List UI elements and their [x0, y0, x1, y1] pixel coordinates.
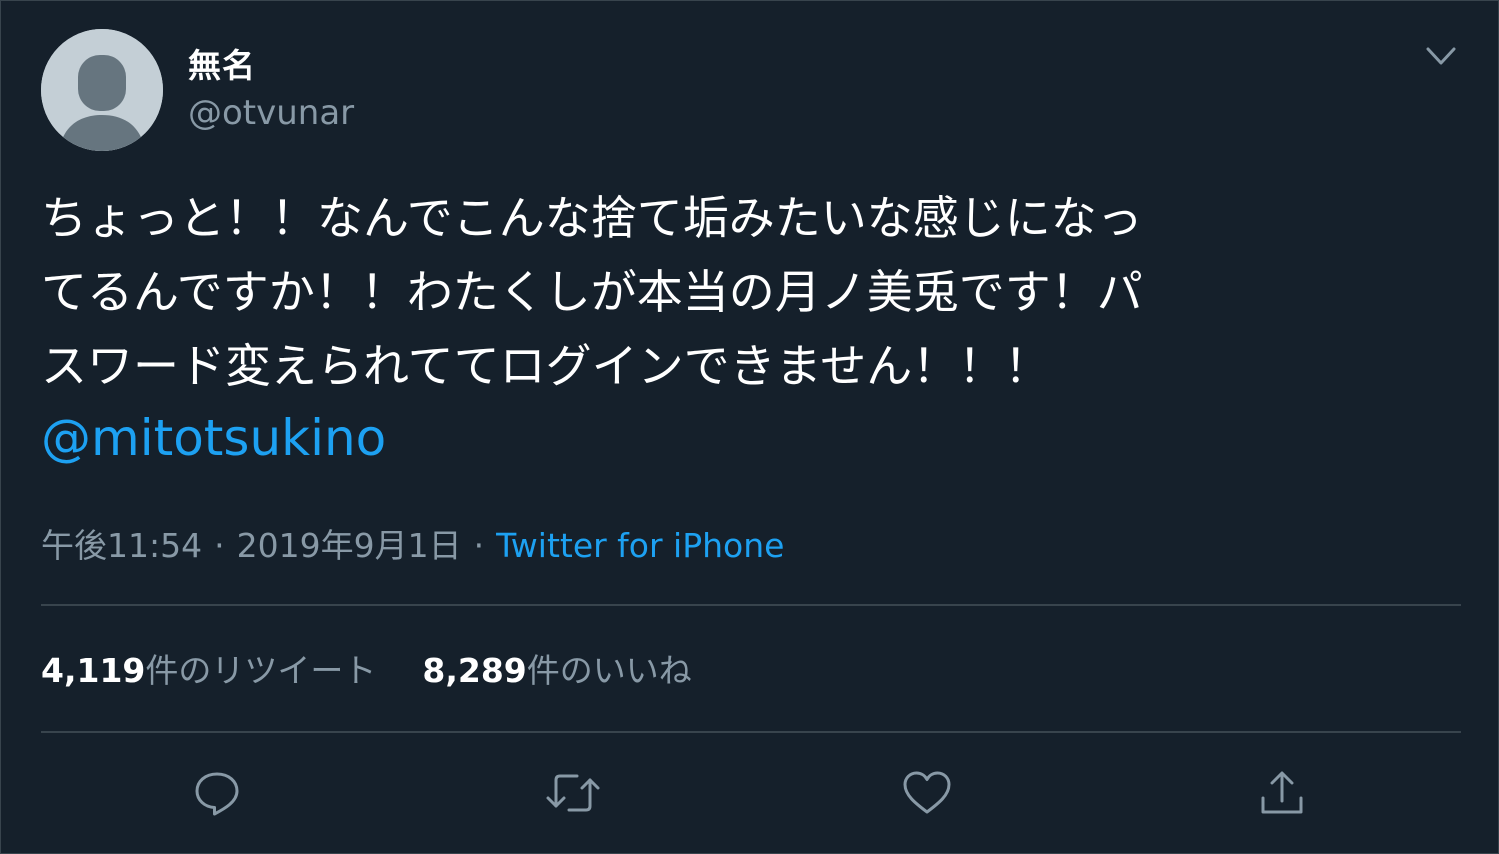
share-button[interactable] — [1254, 765, 1310, 821]
divider — [41, 604, 1461, 606]
heart-icon — [903, 771, 951, 814]
tweet-meta: 午後11:54 · 2019年9月1日 · Twitter for iPhone — [41, 519, 784, 567]
tweet-stats: 4,119件のリツイート 8,289件のいいね — [41, 644, 692, 692]
divider — [41, 731, 1461, 733]
share-icon — [1261, 771, 1303, 814]
retweet-button[interactable] — [545, 765, 601, 821]
like-label: 件のいいね — [526, 651, 692, 690]
tweet-text: ちょっと！！なんでこんな捨て垢みたいな感じになっ てるんですか！！わたくしが本当… — [41, 181, 1461, 403]
meta-separator: · — [473, 526, 485, 565]
tweet-text-line: ちょっと！！なんでこんな捨て垢みたいな感じになっ — [41, 191, 1143, 245]
retweet-label: 件のリツイート — [145, 651, 377, 690]
meta-separator: · — [214, 526, 225, 565]
tweet-source-link[interactable]: Twitter for iPhone — [496, 526, 784, 565]
like-stat[interactable]: 8,289件のいいね — [422, 644, 691, 692]
author-handle[interactable]: @otvunar — [188, 93, 354, 133]
reply-button[interactable] — [189, 765, 245, 821]
tweet-time[interactable]: 午後11:54 — [41, 526, 202, 565]
reply-icon — [195, 772, 239, 816]
tweet-date[interactable]: 2019年9月1日 — [237, 526, 462, 565]
tweet-card: 無名 @otvunar ちょっと！！なんでこんな捨て垢みたいな感じになっ てるん… — [0, 0, 1499, 854]
author-display-name[interactable]: 無名 — [188, 39, 256, 87]
mention-link[interactable]: @mitotsukino — [41, 409, 386, 467]
like-count: 8,289 — [422, 651, 527, 690]
retweet-count: 4,119 — [41, 651, 146, 690]
like-button[interactable] — [899, 765, 955, 821]
tweet-text-line: てるんですか！！わたくしが本当の月ノ美兎です！パ — [41, 265, 1143, 319]
retweet-icon — [546, 774, 600, 812]
chevron-down-icon[interactable] — [1423, 41, 1459, 71]
default-profile-icon[interactable] — [41, 29, 163, 151]
tweet-text-line: スワード変えられててログインできません！！！ — [41, 339, 1051, 393]
retweet-stat[interactable]: 4,119件のリツイート — [41, 644, 376, 692]
